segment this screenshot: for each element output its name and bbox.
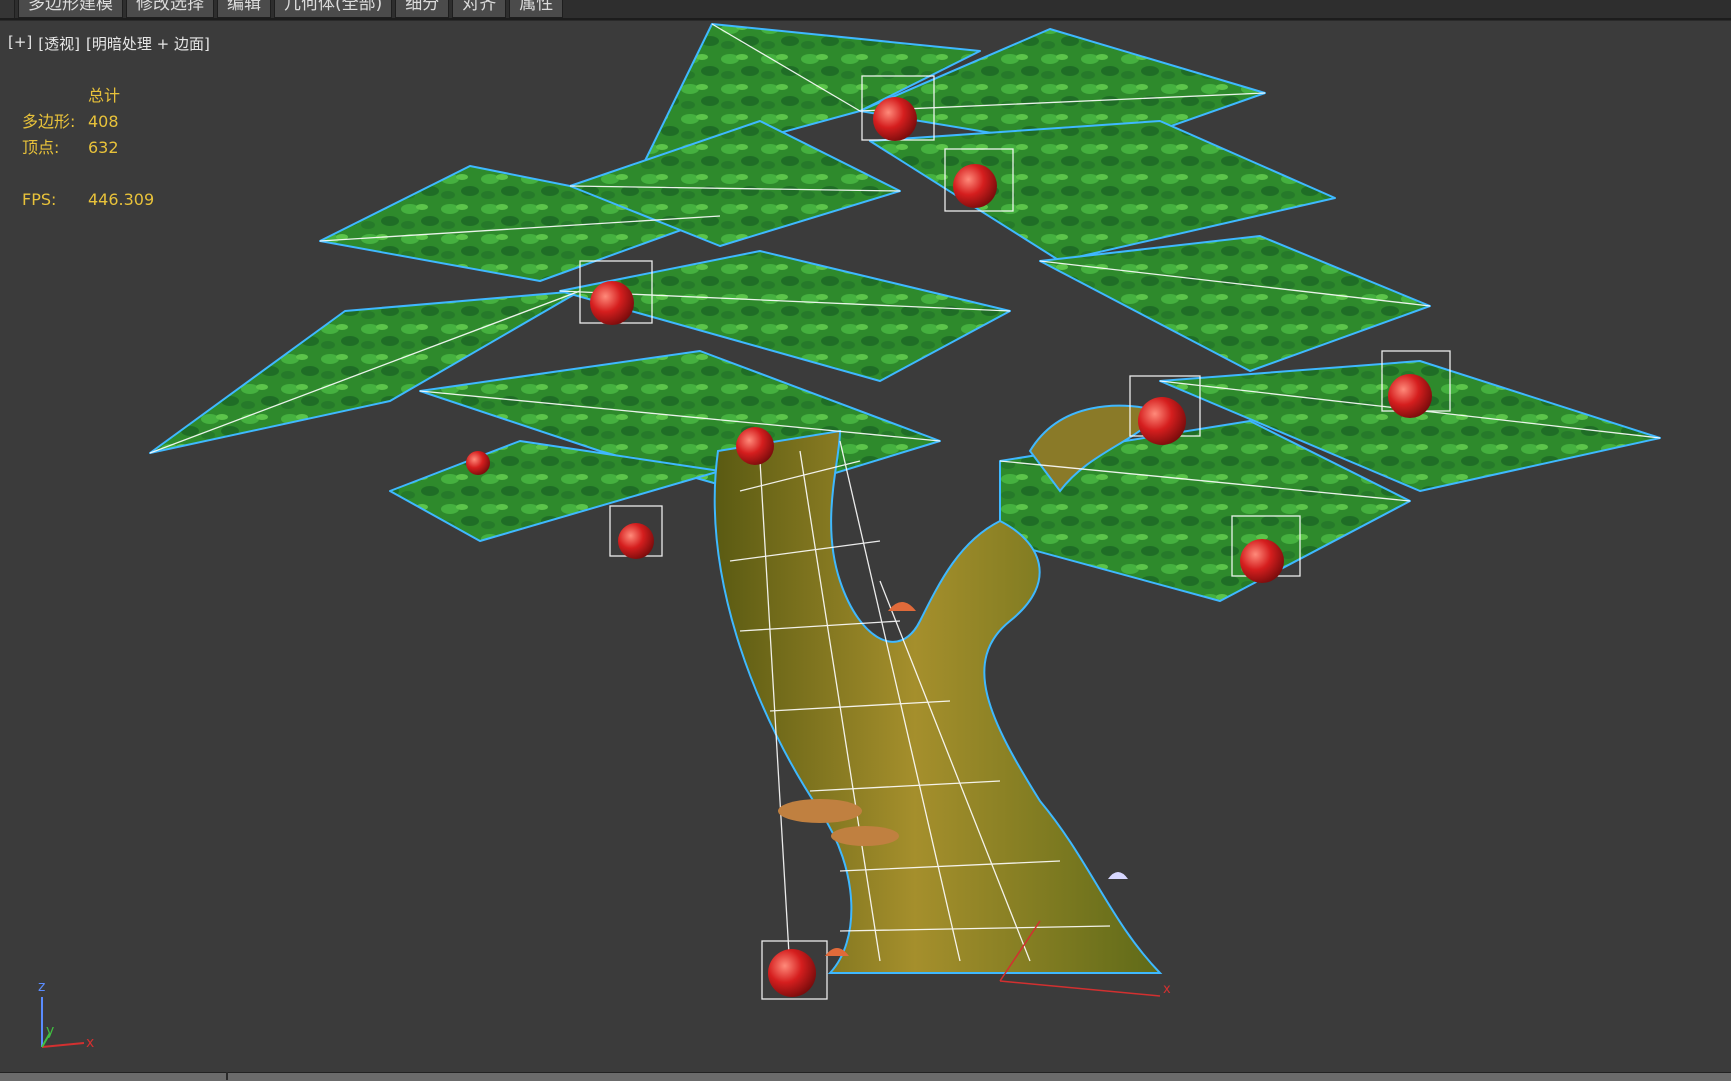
apple [1240, 539, 1284, 583]
fps-label: FPS: [22, 190, 57, 209]
apple [1138, 397, 1186, 445]
axis-tripod-icon: z y x [38, 979, 94, 1051]
apple [466, 451, 490, 475]
status-divider [226, 1072, 228, 1080]
leaf-card [1039, 235, 1431, 372]
vertices-value: 632 [88, 138, 119, 157]
stats-header: 总计 [88, 86, 121, 105]
tab-subdivision[interactable]: 细分 [395, 0, 450, 18]
stats-overlay: 总计 多边形: 408 顶点: 632 FPS: 446.309 [22, 83, 154, 213]
apple [590, 281, 634, 325]
apple [736, 427, 774, 465]
gizmo-z-label: z [38, 979, 45, 995]
tab-modify-selection[interactable]: 修改选择 [126, 0, 214, 18]
tab-properties[interactable]: 属性 [509, 0, 564, 18]
tab-align[interactable]: 对齐 [452, 0, 507, 18]
viewport-label: [+] [透视] [明暗处理 + 边面] [8, 33, 210, 54]
viewport-view-mode[interactable]: [透视] [38, 33, 80, 54]
ribbon-grip[interactable] [0, 0, 15, 18]
tree-model[interactable]: x [0, 21, 1731, 1073]
polygons-value: 408 [88, 112, 119, 131]
tab-geometry-all[interactable]: 几何体(全部) [274, 0, 393, 18]
gizmo-y-label: y [46, 1023, 54, 1039]
vertices-label: 顶点: [22, 138, 60, 157]
fps-value: 446.309 [88, 190, 155, 209]
polygons-label: 多边形: [22, 112, 76, 131]
perspective-viewport[interactable]: x [+] [透视] [明暗处理 + 边面] 总计 多边形: 408 顶点: 6… [0, 20, 1731, 1073]
apple [873, 97, 917, 141]
viewport-menu-plus[interactable]: [+] [8, 33, 32, 54]
apple [953, 164, 997, 208]
tab-edit[interactable]: 编辑 [217, 0, 271, 18]
tab-polygon-modeling[interactable]: 多边形建模 [18, 0, 123, 18]
apple [768, 949, 816, 997]
gizmo-x-label: x [86, 1035, 94, 1051]
modeling-ribbon: 多边形建模 修改选择 编辑 几何体(全部) 细分 对齐 属性 [0, 0, 1731, 20]
svg-text:x: x [1163, 982, 1171, 997]
viewport-shading-mode[interactable]: [明暗处理 + 边面] [86, 33, 210, 54]
apple [618, 523, 654, 559]
apple [1388, 374, 1432, 418]
